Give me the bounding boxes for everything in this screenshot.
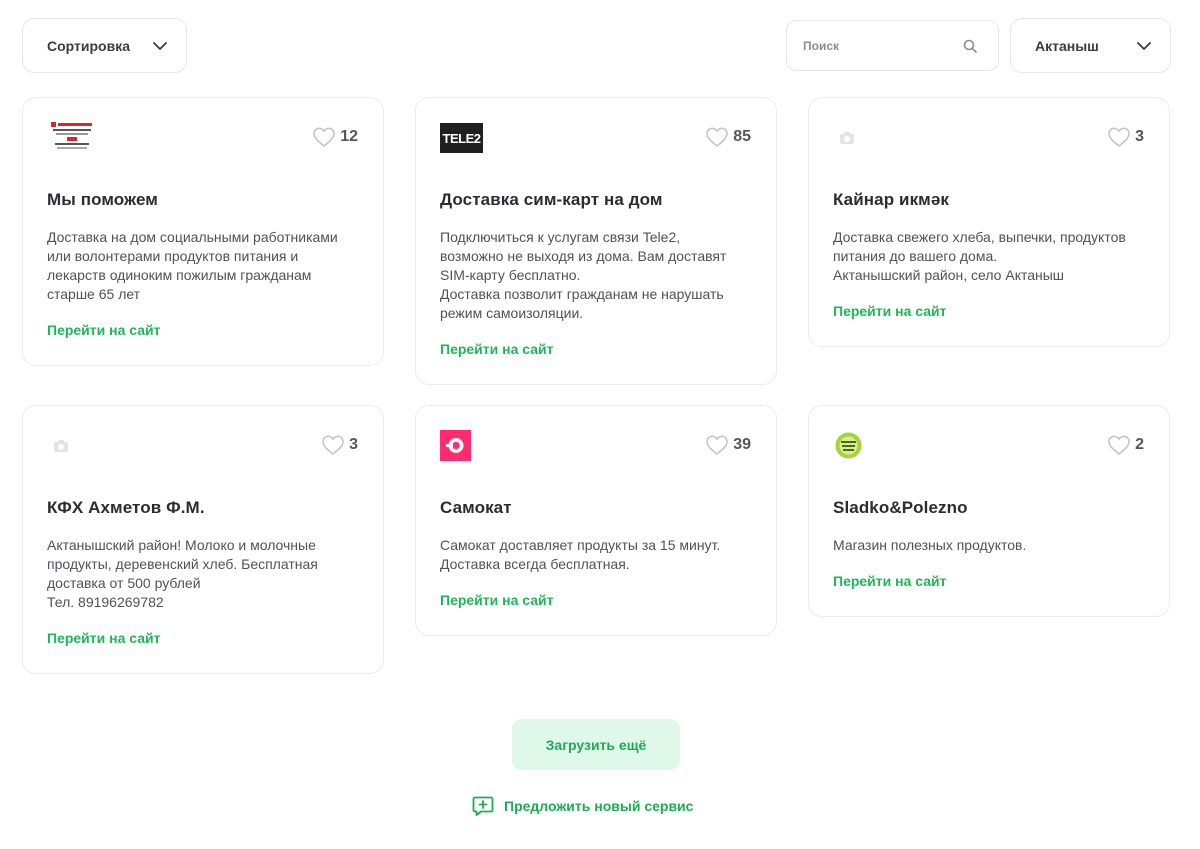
card-title: Кайнар икмәк: [833, 190, 950, 209]
samokat-logo: [440, 430, 471, 461]
service-card: 3 Кайнар икмәк Доставка свежего хлеба, в…: [808, 97, 1170, 347]
heart-icon: [706, 127, 729, 147]
suggest-service-label: Предложить новый сервис: [504, 798, 694, 814]
camera-placeholder-icon: [54, 440, 68, 452]
card-description: Доставка на дом социальными работниками …: [47, 229, 338, 302]
city-dropdown-label: Актаныш: [1035, 37, 1099, 54]
heart-icon: [322, 435, 344, 455]
sort-dropdown[interactable]: Сортировка: [22, 18, 187, 73]
card-description: Актанышский район! Молоко и молочные про…: [47, 537, 318, 610]
suggest-service-link[interactable]: Предложить новый сервис: [472, 794, 693, 818]
card-description: Доставка свежего хлеба, выпечки, продукт…: [833, 229, 1126, 283]
like-count: 85: [733, 128, 751, 145]
visit-site-link[interactable]: Перейти на сайт: [440, 341, 553, 357]
like-button[interactable]: 2: [1107, 434, 1144, 456]
search-box[interactable]: [786, 20, 999, 71]
camera-placeholder-icon: [840, 132, 854, 144]
card-title: Sladko&Polezno: [833, 498, 968, 517]
card-title: Самокат: [440, 498, 512, 517]
service-card: 3 КФХ Ахметов Ф.М. Актанышский район! Мо…: [22, 405, 384, 674]
service-card: 12 Мы поможем Доставка на дом социальным…: [22, 97, 384, 366]
heart-icon: [313, 127, 336, 147]
visit-site-link[interactable]: Перейти на сайт: [833, 573, 946, 589]
heart-icon: [1108, 127, 1130, 147]
sort-dropdown-label: Сортировка: [47, 37, 130, 54]
like-count: 39: [733, 436, 751, 453]
like-button[interactable]: 85: [705, 126, 751, 148]
card-description: Магазин полезных продуктов.: [833, 537, 1027, 553]
search-icon[interactable]: [962, 38, 978, 54]
my-pomozhem-logo: [47, 120, 97, 154]
like-count: 3: [1135, 128, 1144, 145]
sladko-polezno-logo: [835, 432, 862, 459]
services-page: Сортировка Актаныш: [0, 0, 1200, 849]
visit-site-link[interactable]: Перейти на сайт: [47, 630, 160, 646]
city-dropdown[interactable]: Актаныш: [1010, 18, 1171, 73]
service-card: 2 Sladko&Polezno Магазин полезных продук…: [808, 405, 1170, 617]
like-count: 2: [1135, 436, 1144, 453]
like-button[interactable]: 3: [321, 434, 358, 456]
search-input[interactable]: [803, 38, 953, 53]
chevron-down-icon: [1137, 41, 1151, 50]
like-count: 3: [349, 436, 358, 453]
like-button[interactable]: 39: [705, 434, 751, 456]
card-title: Мы поможем: [47, 190, 158, 209]
visit-site-link[interactable]: Перейти на сайт: [47, 322, 160, 338]
card-description: Подключиться к услугам связи Tele2, возм…: [440, 229, 727, 321]
visit-site-link[interactable]: Перейти на сайт: [833, 303, 946, 319]
card-title: Доставка сим-карт на дом: [440, 190, 663, 209]
tele2-logo: TELE2: [440, 123, 483, 153]
load-more-button[interactable]: Загрузить ещё: [512, 719, 680, 770]
card-description: Самокат доставляет продукты за 15 минут.…: [440, 537, 721, 572]
service-card: TELE2 85 Доставка сим-карт на дом Подклю…: [415, 97, 777, 385]
like-button[interactable]: 12: [312, 126, 358, 148]
like-button[interactable]: 3: [1107, 126, 1144, 148]
heart-icon: [706, 435, 729, 455]
service-card: 39 Самокат Самокат доставляет продукты з…: [415, 405, 777, 636]
like-count: 12: [340, 128, 358, 145]
card-title: КФХ Ахметов Ф.М.: [47, 498, 205, 517]
visit-site-link[interactable]: Перейти на сайт: [440, 592, 553, 608]
chevron-down-icon: [153, 41, 167, 50]
add-comment-icon: [472, 796, 494, 816]
heart-icon: [1108, 435, 1130, 455]
